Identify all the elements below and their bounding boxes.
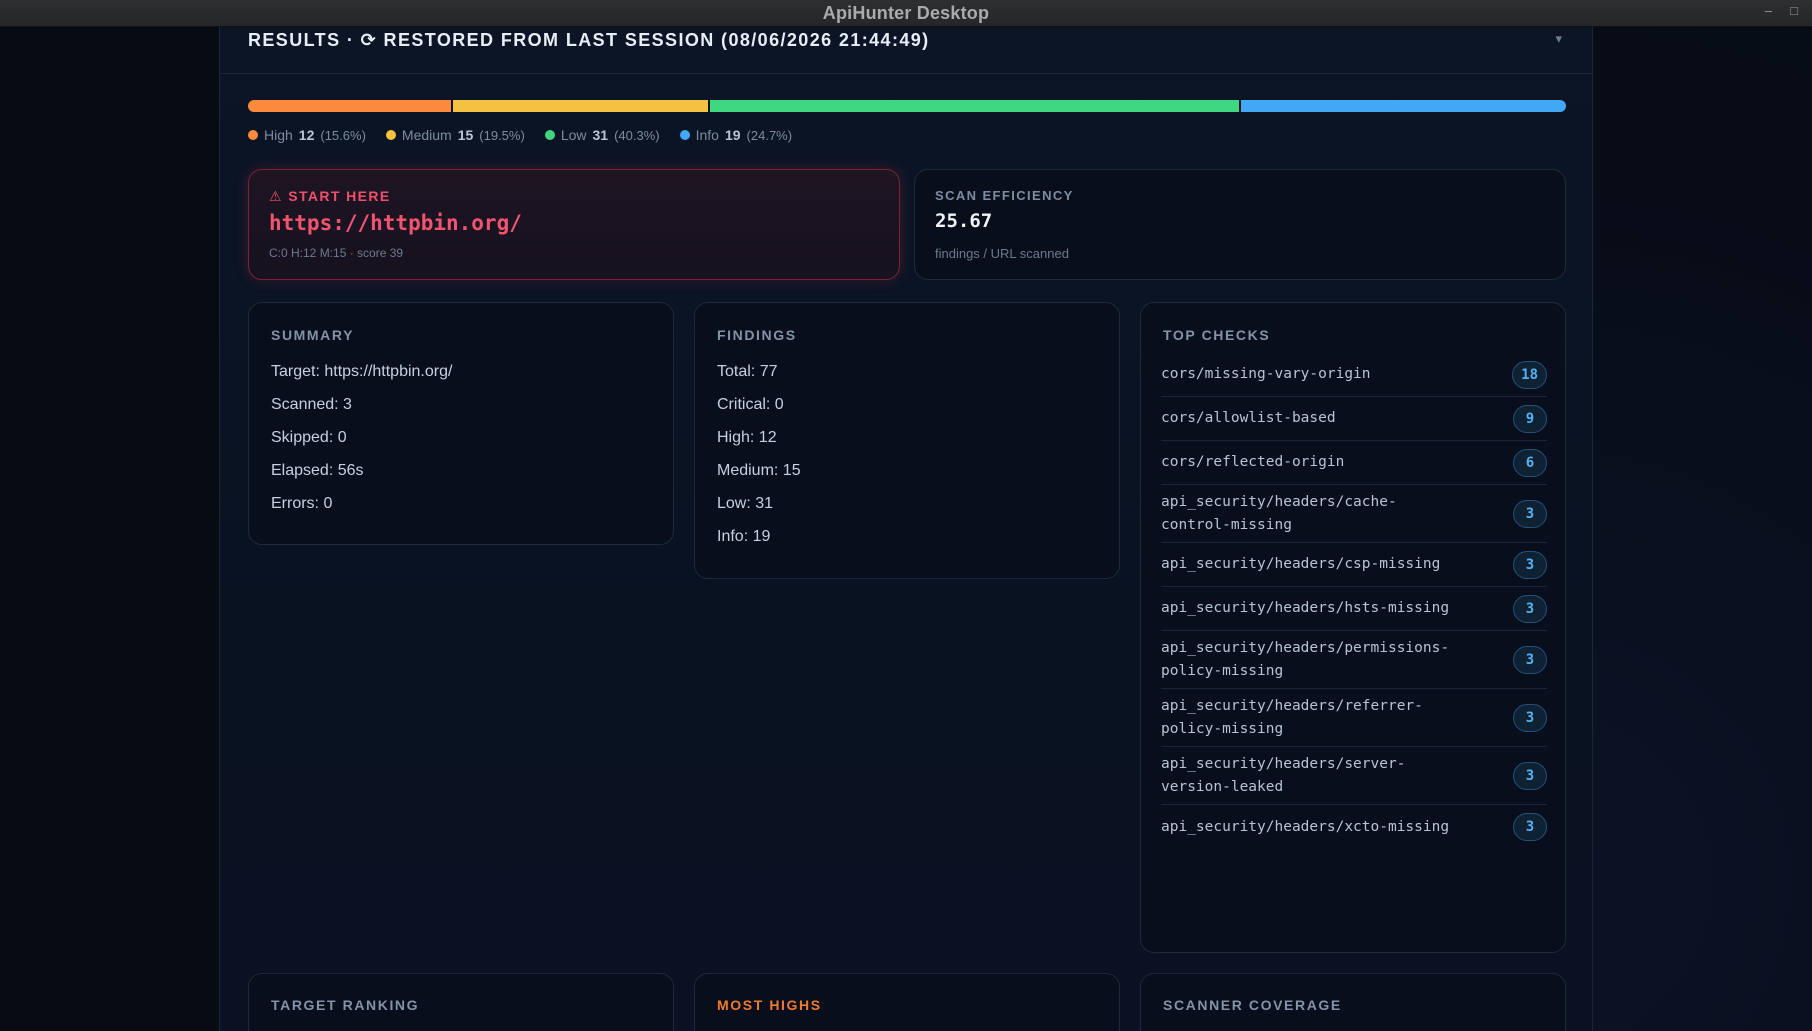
legend-count: 15 <box>457 127 474 143</box>
top-check-row[interactable]: api_security/headers/permissions-policy-… <box>1161 631 1547 689</box>
findings-row: Info: 19 <box>717 528 771 545</box>
legend-count: 12 <box>298 127 315 143</box>
maximize-icon[interactable]: □ <box>1790 3 1798 18</box>
start-here-meta: C:0 H:12 M:15 · score 39 <box>269 246 404 260</box>
severity-segment-high <box>248 100 454 112</box>
summary-card: SUMMARY Target: https://httpbin.org/ Sca… <box>248 302 674 545</box>
legend-dot-icon <box>385 130 396 140</box>
target-ranking-card: TARGET RANKING <box>248 973 674 1031</box>
target-ranking-label: TARGET RANKING <box>271 997 420 1013</box>
window-title: ApiHunter Desktop <box>822 2 990 23</box>
most-highs-card: MOST HIGHS <box>694 973 1120 1031</box>
top-check-name: api_security/headers/referrer-policy-mis… <box>1161 697 1423 737</box>
legend-item-medium: Medium 15 (19.5%) <box>385 127 525 143</box>
legend-count: 19 <box>724 127 741 143</box>
most-highs-label: MOST HIGHS <box>717 997 822 1013</box>
top-check-count-badge: 3 <box>1513 645 1547 674</box>
top-checks-label: TOP CHECKS <box>1163 327 1271 343</box>
summary-row: Errors: 0 <box>271 495 333 512</box>
top-check-count-badge: 3 <box>1513 761 1547 790</box>
severity-distribution-bar <box>248 100 1566 112</box>
legend-label: High <box>264 127 293 143</box>
top-check-row[interactable]: api_security/headers/csp-missing 3 <box>1161 543 1547 587</box>
summary-row: Target: https://httpbin.org/ <box>271 363 453 380</box>
chevron-down-icon[interactable]: ▾ <box>1555 31 1562 47</box>
top-check-count-badge: 9 <box>1513 404 1547 433</box>
legend-dot-icon <box>679 130 690 140</box>
top-check-name: api_security/headers/permissions-policy-… <box>1161 639 1450 679</box>
severity-legend: High 12 (15.6%) Medium 15 (19.5%) Low 31 (40.3%)… <box>248 127 792 143</box>
top-check-name: cors/missing-vary-origin <box>1161 366 1371 382</box>
legend-item-info: Info 19 (24.7%) <box>679 127 793 143</box>
results-panel: RESULTS · ⟳ RESTORED FROM LAST SESSION (… <box>219 27 1593 1031</box>
minimize-icon[interactable]: – <box>1765 3 1772 18</box>
findings-row: Medium: 15 <box>717 462 801 479</box>
severity-segment-medium <box>453 100 711 112</box>
legend-label: Info <box>695 127 719 143</box>
summary-row: Skipped: 0 <box>271 429 347 446</box>
top-check-name: api_security/headers/csp-missing <box>1161 556 1441 572</box>
legend-dot-icon <box>248 130 258 140</box>
legend-percent: (40.3%) <box>614 127 660 143</box>
results-title: RESULTS · ⟳ RESTORED FROM LAST SESSION (… <box>248 30 930 50</box>
summary-rows: Target: https://httpbin.org/ Scanned: 3 … <box>271 363 452 528</box>
legend-dot-icon <box>544 130 555 140</box>
top-check-count-badge: 3 <box>1513 550 1547 579</box>
findings-rows: Total: 77 Critical: 0 High: 12 Medium: 1… <box>717 363 801 561</box>
findings-row: Low: 31 <box>717 495 774 512</box>
top-check-row[interactable]: cors/missing-vary-origin 18 <box>1161 353 1547 397</box>
legend-percent: (15.6%) <box>320 127 366 143</box>
scanner-coverage-card: SCANNER COVERAGE <box>1140 973 1566 1031</box>
top-check-count-badge: 3 <box>1513 703 1547 732</box>
top-checks-list: cors/missing-vary-origin 18 cors/allowlist… <box>1161 353 1547 849</box>
legend-percent: (19.5%) <box>479 127 525 143</box>
start-here-label: ⚠ START HERE <box>269 188 391 204</box>
top-check-count-badge: 18 <box>1512 360 1547 389</box>
summary-label: SUMMARY <box>271 327 355 343</box>
top-check-name: api_security/headers/xcto-missing <box>1161 818 1450 835</box>
findings-row: High: 12 <box>717 429 777 446</box>
top-check-count-badge: 3 <box>1513 594 1547 623</box>
top-check-row[interactable]: cors/reflected-origin 6 <box>1161 441 1547 485</box>
severity-segment-low <box>710 100 1241 112</box>
legend-item-high: High 12 (15.6%) <box>248 127 366 143</box>
top-check-row[interactable]: cors/allowlist-based 9 <box>1161 397 1547 441</box>
top-check-row[interactable]: api_security/headers/cache-control-missi… <box>1161 485 1547 543</box>
top-check-name: api_security/headers/server-version-leak… <box>1161 755 1406 795</box>
start-here-card[interactable]: ⚠ START HERE https://httpbin.org/ C:0 H:… <box>248 169 900 280</box>
top-check-name: api_security/headers/hsts-missing <box>1161 600 1450 616</box>
top-checks-card: TOP CHECKS cors/missing-vary-origin 18 cor… <box>1140 302 1566 953</box>
top-check-row[interactable]: api_security/headers/hsts-missing 3 <box>1161 587 1547 631</box>
legend-item-low: Low 31 (40.3%) <box>544 127 660 143</box>
legend-percent: (24.7%) <box>746 127 793 143</box>
legend-label: Medium <box>401 127 452 143</box>
findings-card: FINDINGS Total: 77 Critical: 0 High: 12 … <box>694 302 1120 579</box>
scan-efficiency-value: 25.67 <box>935 210 993 232</box>
top-check-count-badge: 3 <box>1513 813 1547 841</box>
findings-row: Total: 77 <box>717 363 778 380</box>
top-check-row[interactable]: api_security/headers/server-version-leak… <box>1161 747 1547 805</box>
legend-count: 31 <box>592 127 609 143</box>
top-check-name: cors/reflected-origin <box>1161 454 1345 470</box>
scan-efficiency-label: SCAN EFFICIENCY <box>935 188 1074 203</box>
top-check-row[interactable]: api_security/headers/xcto-missing 3 <box>1161 805 1547 849</box>
top-check-row[interactable]: api_security/headers/referrer-policy-mis… <box>1161 689 1547 747</box>
top-check-name: cors/allowlist-based <box>1161 410 1336 426</box>
scan-efficiency-card: SCAN EFFICIENCY 25.67 findings / URL sca… <box>914 169 1566 280</box>
results-header[interactable]: RESULTS · ⟳ RESTORED FROM LAST SESSION (… <box>220 27 1592 74</box>
top-check-name: api_security/headers/cache-control-missi… <box>1161 493 1397 533</box>
app-background: RESULTS · ⟳ RESTORED FROM LAST SESSION (… <box>0 27 1812 1031</box>
scan-efficiency-unit: findings / URL scanned <box>935 246 1069 261</box>
findings-label: FINDINGS <box>717 327 797 343</box>
top-check-count-badge: 3 <box>1513 499 1547 528</box>
window-titlebar: ApiHunter Desktop – □ <box>0 0 1812 27</box>
findings-row: Critical: 0 <box>717 396 784 413</box>
summary-row: Scanned: 3 <box>271 396 352 413</box>
severity-segment-info <box>1240 100 1566 112</box>
scanner-coverage-label: SCANNER COVERAGE <box>1163 997 1342 1013</box>
top-check-count-badge: 6 <box>1513 448 1547 477</box>
legend-label: Low <box>560 127 587 143</box>
start-here-url[interactable]: https://httpbin.org/ <box>269 211 522 235</box>
summary-row: Elapsed: 56s <box>271 462 364 479</box>
